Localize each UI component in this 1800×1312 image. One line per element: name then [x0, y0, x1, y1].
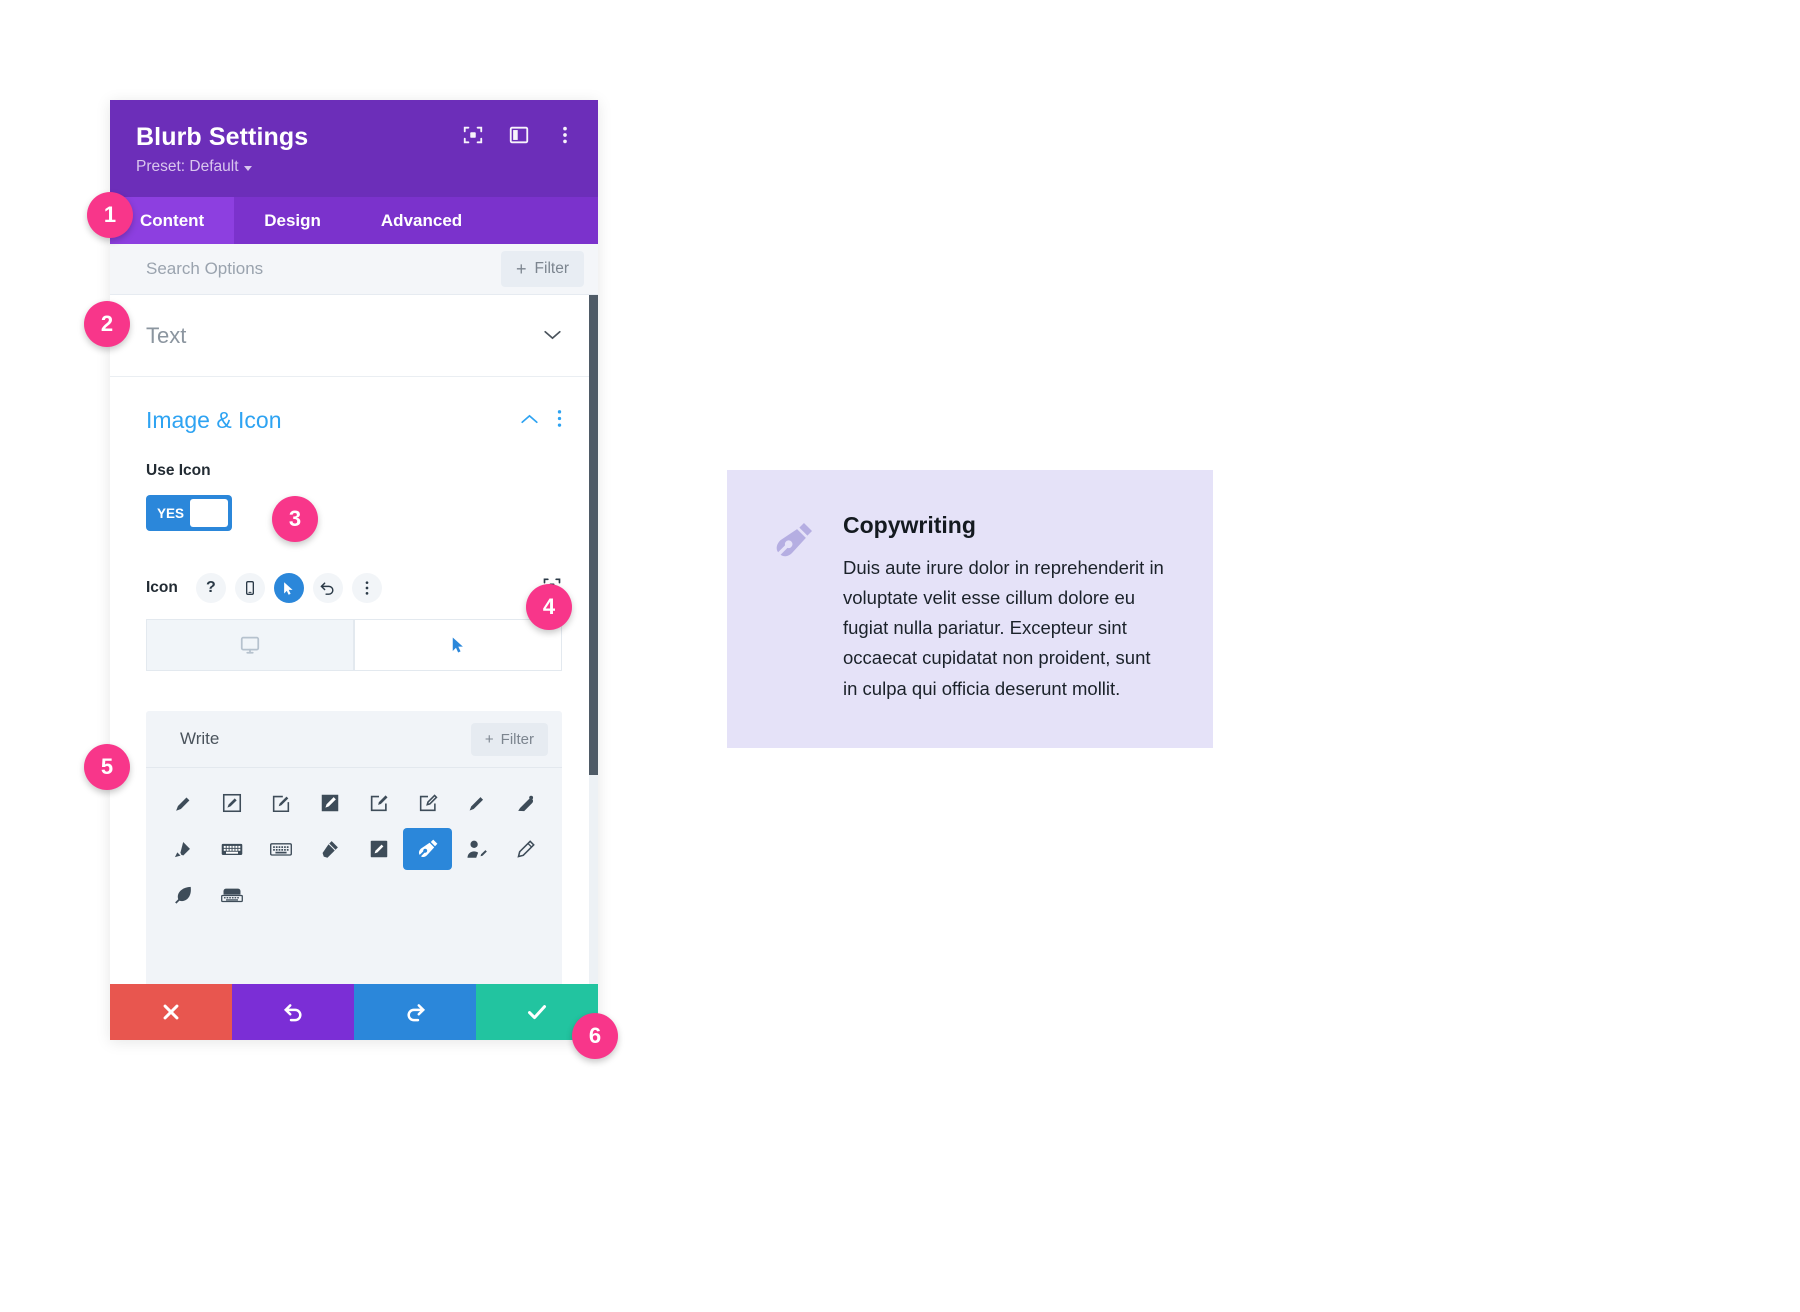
fountain-pen-nib-icon — [771, 512, 817, 704]
section-title: Image & Icon — [146, 407, 282, 433]
screenshot-stage: Blurb Settings Preset: Default Content D… — [0, 0, 1800, 1312]
help-icon[interactable]: ? — [195, 573, 226, 603]
undo-arrow-icon — [283, 1003, 301, 1021]
pencil-in-square-icon[interactable] — [207, 782, 256, 824]
step-badge-5: 5 — [84, 744, 130, 790]
search-filter-label: Filter — [534, 260, 569, 277]
feather-icon[interactable] — [158, 874, 207, 916]
section-image-and-icon: Image & Icon Use Icon YES Icon ? Write +… — [110, 377, 598, 984]
chevron-down-icon[interactable] — [543, 327, 562, 345]
section-header: Image & Icon — [146, 407, 562, 434]
step-badge-6: 6 — [572, 1013, 618, 1059]
vertical-dots-icon[interactable] — [554, 124, 576, 146]
pencil-solid-icon[interactable] — [452, 782, 501, 824]
pencil-square-filled-icon[interactable] — [305, 782, 354, 824]
keyboard-alt-icon[interactable] — [256, 828, 305, 870]
panel-body: Text Image & Icon Use Icon YES Icon ? Wr… — [110, 295, 598, 984]
plus-icon: + — [484, 730, 494, 748]
vertical-dots-icon[interactable] — [557, 409, 562, 433]
help-glyph: ? — [205, 579, 216, 596]
undo-button[interactable] — [232, 984, 354, 1040]
scrollbar-track[interactable] — [589, 295, 598, 984]
search-input[interactable]: Search Options — [146, 259, 501, 279]
icon-picker: Write + Filter — [146, 711, 562, 984]
icon-control-row: Icon ? — [146, 573, 562, 603]
blurb-settings-panel: Blurb Settings Preset: Default Content D… — [110, 100, 598, 1040]
reset-undo-icon[interactable] — [312, 573, 343, 603]
icon-picker-filter-label: Filter — [500, 730, 534, 748]
quill-pen-icon[interactable] — [501, 782, 550, 824]
use-icon-toggle-value: YES — [157, 505, 185, 521]
panel-header: Blurb Settings Preset: Default — [110, 100, 598, 197]
icon-row-label: Icon — [146, 579, 178, 596]
redo-arrow-icon — [407, 1003, 425, 1021]
edit-square-outline-icon[interactable] — [403, 782, 452, 824]
fountain-pen-nib-icon[interactable] — [403, 828, 452, 870]
cancel-button[interactable] — [110, 984, 232, 1040]
blurb-title: Copywriting — [843, 512, 976, 538]
blurb-description: Duis aute irure dolor in reprehenderit i… — [843, 557, 1164, 699]
panel-header-icons — [462, 124, 576, 146]
keyboard-icon[interactable] — [207, 828, 256, 870]
edit-square-pen-icon[interactable] — [354, 782, 403, 824]
check-icon — [528, 1005, 546, 1020]
preset-label: Preset: Default — [136, 158, 239, 175]
copywriting-blurb-card: Copywriting Duis aute irure dolor in rep… — [727, 470, 1213, 748]
use-icon-toggle[interactable]: YES — [146, 495, 232, 531]
desktop-preview-tab[interactable] — [146, 619, 354, 671]
hover-preview-tab[interactable] — [354, 619, 562, 671]
chevron-down-icon — [243, 165, 252, 171]
blurb-text-block: Copywriting Duis aute irure dolor in rep… — [843, 512, 1169, 704]
step-badge-1: 1 — [87, 192, 133, 238]
marker-highlighter-icon[interactable] — [158, 828, 207, 870]
redo-button[interactable] — [354, 984, 476, 1040]
preset-selector[interactable]: Preset: Default — [136, 158, 252, 176]
pencil-diagonal-icon[interactable] — [158, 782, 207, 824]
use-icon-label: Use Icon — [146, 462, 211, 479]
close-x-icon — [163, 1004, 179, 1020]
pencil-corner-icon[interactable] — [256, 782, 305, 824]
icon-grid — [146, 768, 562, 916]
step-badge-3: 3 — [272, 496, 318, 542]
step-badge-4: 4 — [526, 584, 572, 630]
user-edit-icon[interactable] — [452, 828, 501, 870]
icon-picker-search-input[interactable]: Write — [180, 729, 471, 749]
focus-frame-icon[interactable] — [462, 124, 484, 146]
scrollbar-thumb[interactable] — [589, 295, 598, 775]
search-filter-button[interactable]: + Filter — [501, 251, 584, 287]
tab-advanced[interactable]: Advanced — [351, 197, 492, 244]
search-options-bar: Search Options + Filter — [110, 244, 598, 295]
split-panel-icon[interactable] — [508, 124, 530, 146]
icon-grid-empty-space — [146, 916, 562, 984]
panel-action-bar — [110, 984, 598, 1040]
edit-box-filled-icon[interactable] — [354, 828, 403, 870]
typewriter-icon[interactable] — [207, 874, 256, 916]
pen-tilted-icon[interactable] — [305, 828, 354, 870]
tab-design[interactable]: Design — [234, 197, 351, 244]
step-badge-2: 2 — [84, 301, 130, 347]
icon-picker-search-bar: Write + Filter — [146, 711, 562, 768]
pen-thin-icon[interactable] — [501, 828, 550, 870]
responsive-device-icon[interactable] — [234, 573, 265, 603]
section-row-text[interactable]: Text — [110, 295, 598, 377]
icon-picker-filter-button[interactable]: + Filter — [470, 722, 548, 756]
toggle-knob — [190, 499, 228, 527]
hover-cursor-icon[interactable] — [273, 573, 304, 603]
chevron-up-icon[interactable] — [520, 412, 539, 430]
section-row-text-label: Text — [146, 322, 187, 348]
panel-tabs: Content Design Advanced — [110, 197, 598, 244]
preview-tab-group — [146, 619, 562, 671]
plus-icon: + — [516, 259, 527, 279]
vertical-dots-icon[interactable] — [351, 573, 382, 603]
